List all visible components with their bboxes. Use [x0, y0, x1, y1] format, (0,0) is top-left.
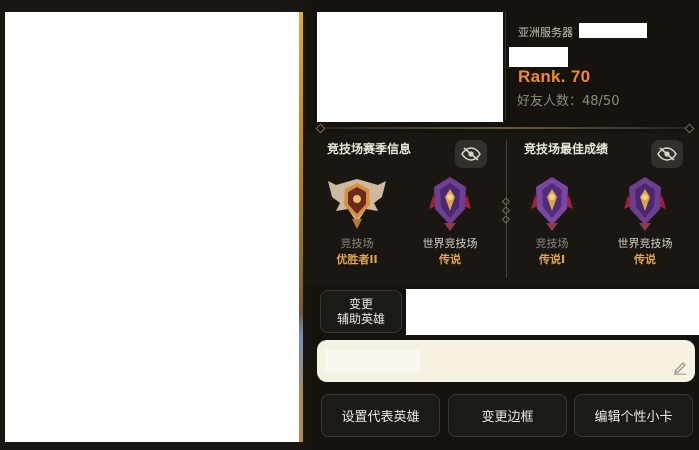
badge-label: 竞技场: [535, 237, 569, 250]
portrait-frame-border: [299, 12, 303, 442]
change-support-hero-button[interactable]: 变更 辅助英雄: [320, 290, 402, 333]
support-button-line2: 辅助英雄: [336, 311, 385, 326]
section-divider: [320, 127, 690, 129]
world-arena-season-badge[interactable]: 世界竞技场 传说: [415, 175, 485, 267]
legend-rank-emblem-icon: [620, 177, 670, 231]
badge-label: 世界竞技场: [422, 237, 478, 250]
support-hero-slot[interactable]: [406, 289, 699, 335]
support-button-text: 变更 辅助英雄: [337, 297, 385, 327]
divider-ornament-icon: [502, 197, 510, 224]
player-name-redacted: [509, 47, 568, 67]
player-rank: Rank. 70: [518, 67, 591, 86]
arena-best-badge[interactable]: 竞技场 传说I: [517, 175, 587, 267]
profile-bio-box[interactable]: [317, 340, 695, 382]
badge-tier: 传说: [634, 253, 656, 266]
friend-count: 好友人数：48/50: [517, 94, 620, 109]
badge-tier: 传说I: [538, 253, 566, 266]
bio-text-redacted: [325, 350, 420, 372]
edit-profile-card-button[interactable]: 编辑个性小卡: [574, 394, 693, 437]
player-avatar[interactable]: [317, 12, 503, 122]
arena-season-badge[interactable]: 竞技场 优胜者II: [322, 175, 392, 267]
badge-tier: 传说: [439, 253, 461, 266]
change-frame-button[interactable]: 变更边框: [448, 394, 567, 437]
eye-slash-icon: [461, 147, 481, 161]
eye-slash-icon: [657, 147, 677, 161]
legend-rank-emblem-icon: [425, 177, 475, 231]
badge-label: 竞技场: [340, 237, 374, 250]
set-representative-hero-button[interactable]: 设置代表英雄: [321, 394, 440, 437]
avatar-divider: [505, 12, 506, 120]
hero-portrait-image: [5, 12, 301, 442]
hero-portrait-panel: [0, 0, 305, 450]
toggle-best-visibility-button[interactable]: [651, 140, 683, 168]
toggle-season-visibility-button[interactable]: [455, 140, 487, 168]
arena-season-title: 竞技场赛季信息: [327, 142, 412, 156]
badge-tier: 优胜者II: [336, 253, 378, 266]
legend-rank-emblem-icon: [527, 177, 577, 231]
server-label: 亚洲服务器: [518, 26, 573, 39]
server-value-redacted: [579, 23, 647, 38]
pencil-icon[interactable]: [673, 361, 687, 375]
arena-best-title: 竞技场最佳成绩: [524, 142, 609, 156]
profile-window: 亚洲服务器 Rank. 70 好友人数：48/50 竞技场赛季信息 竞技场 优胜…: [0, 0, 699, 450]
champion-rank-emblem-icon: [328, 179, 386, 229]
support-button-line1: 变更: [348, 296, 373, 311]
badge-label: 世界竞技场: [617, 237, 673, 250]
world-arena-best-badge[interactable]: 世界竞技场 传说: [610, 175, 680, 267]
